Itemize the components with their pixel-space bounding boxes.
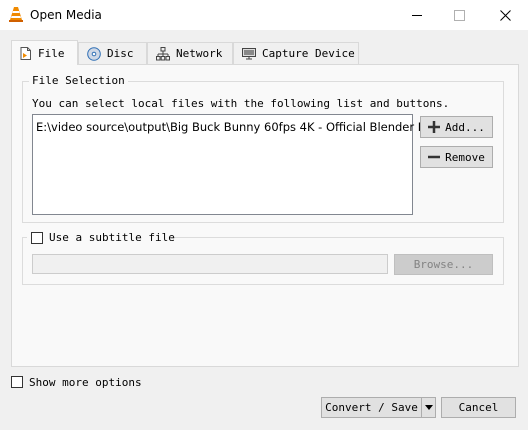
minimize-button[interactable] [394,0,440,30]
file-selection-description: You can select local files with the foll… [32,97,450,110]
network-icon [156,46,170,60]
subtitle-checkbox-label: Use a subtitle file [49,231,175,244]
close-button[interactable] [482,0,528,30]
subtitle-path-input [32,254,388,274]
maximize-icon [453,9,465,21]
cancel-button[interactable]: Cancel [441,397,516,418]
subtitle-checkbox[interactable] [31,232,43,244]
tab-capture-device[interactable]: Capture Device [233,42,359,64]
disc-icon [87,46,101,61]
remove-button[interactable]: Remove [420,146,493,168]
tab-network-label: Network [176,47,223,60]
maximize-button[interactable] [436,0,482,30]
vlc-cone-icon [8,6,24,23]
tab-capture-device-label: Capture Device [262,47,355,60]
tab-disc[interactable]: Disc [78,42,147,64]
tab-disc-label: Disc [107,47,134,60]
tab-network[interactable]: Network [147,42,233,64]
convert-save-label: Convert / Save [325,401,418,414]
capture-device-icon [242,48,256,60]
remove-button-label: Remove [445,150,485,164]
convert-save-dropdown[interactable] [421,397,436,418]
minimize-icon [412,14,422,16]
minus-icon [428,155,441,159]
file-list-item[interactable]: E:\video source\output\Big Buck Bunny 60… [36,120,434,134]
cancel-label: Cancel [458,401,499,414]
file-icon [20,46,31,60]
tab-file-label: File [38,46,65,60]
plus-icon [428,121,441,133]
add-button[interactable]: Add... [420,116,493,138]
browse-button-label: Browse... [413,258,474,271]
tab-file[interactable]: File [11,40,78,65]
browse-button: Browse... [394,254,493,275]
show-more-options-label: Show more options [29,376,142,389]
window-title: Open Media [30,8,102,22]
convert-save-button[interactable]: Convert / Save [321,397,422,418]
add-button-label: Add... [445,120,485,134]
close-icon [499,9,511,21]
chevron-down-icon [424,405,433,410]
file-selection-legend: File Selection [29,74,128,87]
show-more-options-checkbox[interactable] [11,376,23,388]
